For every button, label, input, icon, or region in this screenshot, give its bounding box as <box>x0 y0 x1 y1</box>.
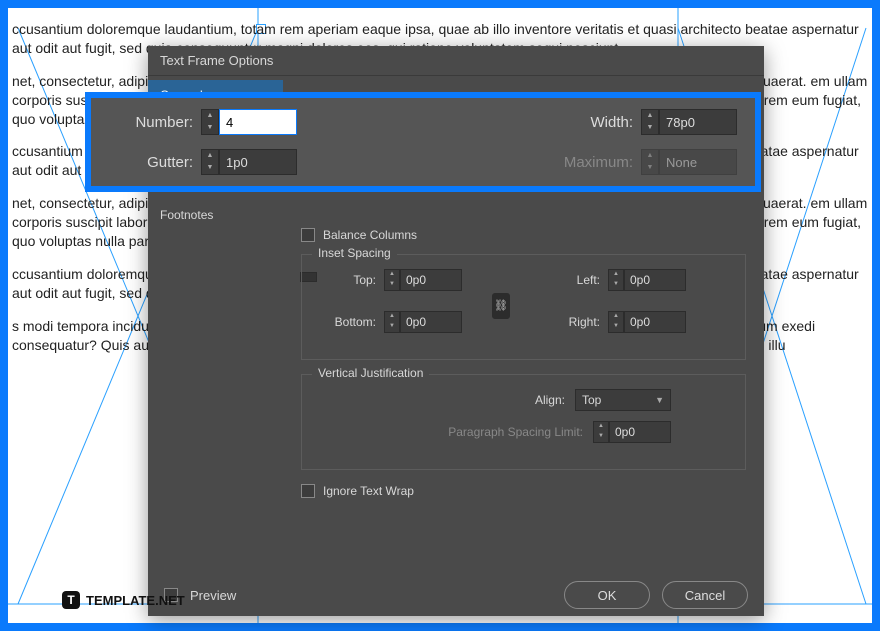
align-value: Top <box>582 393 601 407</box>
columns-highlight: Number: ▲▼ Width: ▲▼ Gutter: ▲▼ Maximum: <box>85 92 761 192</box>
inset-spacing-title: Inset Spacing <box>312 246 397 260</box>
cancel-button[interactable]: Cancel <box>662 581 748 609</box>
inset-right-label: Right: <box>540 315 600 329</box>
align-select[interactable]: Top ▼ <box>575 389 671 411</box>
inset-spacing-group: Inset Spacing Top: ▲▼ Bottom: ▲▼ ⛓ <box>301 254 746 360</box>
paragraph-spacing-stepper: ▲▼ <box>593 421 671 443</box>
paragraph-spacing-label: Paragraph Spacing Limit: <box>448 425 583 439</box>
watermark: T TEMPLATE.NET <box>62 591 185 609</box>
sidebar-item-footnotes[interactable]: Footnotes <box>148 200 283 230</box>
number-stepper[interactable]: ▲▼ <box>201 109 297 135</box>
balance-columns-row[interactable]: Balance Columns <box>301 228 750 242</box>
inset-right-stepper[interactable]: ▲▼ <box>608 311 686 333</box>
width-input[interactable] <box>659 109 737 135</box>
gutter-stepper[interactable]: ▲▼ <box>201 149 297 175</box>
ok-button[interactable]: OK <box>564 581 650 609</box>
inset-top-input[interactable] <box>400 269 462 291</box>
maximum-label: Maximum: <box>564 154 633 171</box>
dialog-title: Text Frame Options <box>148 46 764 76</box>
inset-bottom-label: Bottom: <box>316 315 376 329</box>
inset-bottom-input[interactable] <box>400 311 462 333</box>
maximum-stepper: ▲▼ <box>641 149 737 175</box>
inset-top-stepper[interactable]: ▲▼ <box>384 269 462 291</box>
inset-right-input[interactable] <box>624 311 686 333</box>
width-label: Width: <box>590 114 633 131</box>
balance-columns-checkbox[interactable] <box>301 228 315 242</box>
link-values-icon[interactable]: ⛓ <box>492 293 510 319</box>
dialog-footer: Preview OK Cancel <box>148 574 764 616</box>
gutter-input[interactable] <box>219 149 297 175</box>
inset-top-label: Top: <box>316 273 376 287</box>
ignore-text-wrap-checkbox[interactable] <box>301 484 315 498</box>
width-step-buttons[interactable]: ▲▼ <box>641 109 659 135</box>
maximum-input <box>659 149 737 175</box>
number-label: Number: <box>109 114 193 131</box>
chevron-down-icon: ▼ <box>655 395 664 405</box>
vjust-title: Vertical Justification <box>312 366 429 380</box>
maximum-step-buttons: ▲▼ <box>641 149 659 175</box>
inset-left-stepper[interactable]: ▲▼ <box>608 269 686 291</box>
width-stepper[interactable]: ▲▼ <box>641 109 737 135</box>
ignore-text-wrap-row[interactable]: Ignore Text Wrap <box>301 484 750 498</box>
ignore-text-wrap-label: Ignore Text Wrap <box>323 484 414 498</box>
inset-bottom-stepper[interactable]: ▲▼ <box>384 311 462 333</box>
gutter-step-buttons[interactable]: ▲▼ <box>201 149 219 175</box>
vertical-justification-group: Vertical Justification Align: Top ▼ Para… <box>301 374 746 470</box>
number-step-buttons[interactable]: ▲▼ <box>201 109 219 135</box>
watermark-label: TEMPLATE.NET <box>86 593 185 608</box>
inset-left-label: Left: <box>540 273 600 287</box>
number-input[interactable] <box>219 109 297 135</box>
inset-left-input[interactable] <box>624 269 686 291</box>
align-label: Align: <box>535 393 565 407</box>
preview-label: Preview <box>190 588 236 603</box>
watermark-icon: T <box>62 591 80 609</box>
paragraph-spacing-input <box>609 421 671 443</box>
gutter-label: Gutter: <box>109 154 193 171</box>
balance-columns-label: Balance Columns <box>323 228 417 242</box>
